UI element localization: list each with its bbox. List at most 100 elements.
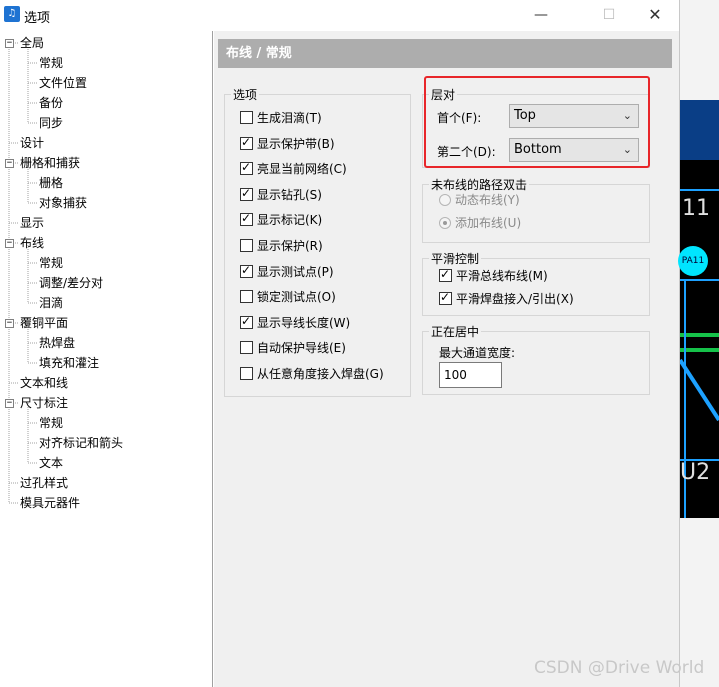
centering-group-title: 正在居中 xyxy=(429,323,482,340)
watermark: CSDN @Drive World xyxy=(534,658,705,678)
tree-item[interactable]: 热焊盘 xyxy=(39,333,75,353)
tree-item[interactable]: 对齐标记和箭头 xyxy=(39,433,123,453)
tree-item[interactable]: 尺寸标注 xyxy=(20,393,68,413)
checkbox-checked-icon[interactable] xyxy=(240,160,253,176)
tree-item[interactable]: 全局 xyxy=(20,33,44,53)
background-app: 11 PA11 U2 xyxy=(678,0,719,687)
background-toolbar xyxy=(680,100,719,160)
checkbox-checked-icon[interactable] xyxy=(240,186,253,201)
tree-item[interactable]: 设计 xyxy=(20,133,44,153)
tree-item[interactable]: 过孔样式 xyxy=(20,473,68,493)
checkbox-unchecked-icon[interactable] xyxy=(240,239,253,252)
checkbox-checked-icon[interactable] xyxy=(240,135,253,150)
minimize-button[interactable]: — xyxy=(518,0,564,30)
tree-collapse-icon[interactable]: − xyxy=(5,159,14,168)
close-button[interactable]: ✕ xyxy=(632,0,678,30)
pcb-canvas: 11 PA11 U2 xyxy=(678,160,719,518)
radio-selected-icon[interactable] xyxy=(439,217,451,229)
smooth-checkbox-label: 平滑焊盘接入/引出(X) xyxy=(456,292,574,306)
checkbox-checked-icon[interactable] xyxy=(240,211,253,227)
tree-item[interactable]: 栅格 xyxy=(39,173,63,193)
highlight-box xyxy=(424,76,650,168)
music-note-icon: ♫ xyxy=(4,6,20,22)
option-checkbox[interactable]: 显示标记(K) xyxy=(240,210,322,230)
smooth-checkbox-label: 平滑总线布线(M) xyxy=(456,269,548,283)
options-group: 选项 生成泪滴(T) 显示保护带(B) 亮显当前网络(C) 显示钻孔(S) 显示标记(K… xyxy=(224,86,411,397)
option-checkbox[interactable]: 亮显当前网络(C) xyxy=(240,159,347,179)
options-tree[interactable]: 全局 − 常规 文件位置 备份 同步 设计 栅格和捕获 − 栅格 对象捕获 显示 布线 − 常规 调整/差分对… xyxy=(0,31,213,687)
max-channel-width-input[interactable]: 100 xyxy=(439,362,502,388)
option-checkbox[interactable]: 自动保护导线(E) xyxy=(240,338,346,358)
checkbox-unchecked-icon[interactable] xyxy=(240,367,253,380)
unrouted-group: 未布线的路径双击 动态布线(Y) 添加布线(U) xyxy=(422,176,650,243)
checkbox-unchecked-icon[interactable] xyxy=(240,111,253,124)
pcb-text-u2: U2 xyxy=(680,460,711,485)
option-checkbox-label: 生成泪滴(T) xyxy=(257,111,322,125)
option-checkbox-label: 显示保护(R) xyxy=(257,239,323,253)
unrouted-radio-label: 动态布线(Y) xyxy=(455,193,520,207)
unrouted-radio-label: 添加布线(U) xyxy=(455,216,522,230)
checkbox-checked-icon[interactable] xyxy=(240,263,253,278)
checkbox-checked-icon[interactable] xyxy=(439,267,452,282)
smooth-group-title: 平滑控制 xyxy=(429,250,482,267)
max-channel-width-label: 最大通道宽度: xyxy=(439,346,516,360)
option-checkbox-label: 自动保护导线(E) xyxy=(257,341,346,356)
option-checkbox-label: 锁定测试点(O) xyxy=(257,290,336,305)
title-bar[interactable]: ♫ 选项 — ☐ ✕ xyxy=(0,0,679,30)
option-checkbox-label: 亮显当前网络(C) xyxy=(257,162,347,177)
tree-item[interactable]: 备份 xyxy=(39,93,63,113)
option-checkbox-label: 显示标记(K) xyxy=(257,213,323,228)
smooth-checkbox[interactable]: 平滑总线布线(M) xyxy=(439,266,548,286)
tree-item[interactable]: 泪滴 xyxy=(39,293,63,313)
checkbox-unchecked-icon[interactable] xyxy=(240,290,253,304)
tree-item[interactable]: 对象捕获 xyxy=(39,193,87,213)
window-title: 选项 xyxy=(24,11,51,26)
tree-item[interactable]: 文本 xyxy=(39,453,63,473)
tree-item[interactable]: 文本和线 xyxy=(20,373,68,393)
tree-item[interactable]: 文件位置 xyxy=(39,73,87,93)
option-checkbox[interactable]: 显示保护(R) xyxy=(240,236,323,256)
option-checkbox[interactable]: 显示钻孔(S) xyxy=(240,185,322,205)
checkbox-checked-icon[interactable] xyxy=(439,290,452,305)
tree-item[interactable]: 显示 xyxy=(20,213,44,233)
option-checkbox-label: 从任意角度接入焊盘(G) xyxy=(257,367,384,381)
max-channel-width-value: 100 xyxy=(444,368,467,382)
tree-item[interactable]: 常规 xyxy=(39,53,63,73)
tree-item[interactable]: 同步 xyxy=(39,113,63,133)
tree-item[interactable]: 布线 xyxy=(20,233,44,253)
checkbox-unchecked-icon[interactable] xyxy=(240,341,253,355)
smooth-group: 平滑控制 平滑总线布线(M) 平滑焊盘接入/引出(X) xyxy=(422,250,650,316)
option-checkbox-label: 显示钻孔(S) xyxy=(257,187,322,202)
tree-item[interactable]: 常规 xyxy=(39,413,63,433)
tree-collapse-icon[interactable]: − xyxy=(5,39,14,48)
pcb-text-11: 11 xyxy=(682,196,710,221)
pcb-pad: PA11 xyxy=(678,246,708,276)
maximize-button[interactable]: ☐ xyxy=(586,0,632,30)
option-checkbox[interactable]: 从任意角度接入焊盘(G) xyxy=(240,364,384,384)
option-checkbox[interactable]: 显示保护带(B) xyxy=(240,134,335,154)
tree-item[interactable]: 调整/差分对 xyxy=(39,273,103,293)
unrouted-radio[interactable]: 动态布线(Y) xyxy=(439,190,520,210)
tree-item[interactable]: 填充和灌注 xyxy=(39,353,99,373)
checkbox-checked-icon[interactable] xyxy=(240,314,253,329)
tree-item[interactable]: 常规 xyxy=(39,253,63,273)
tree-collapse-icon[interactable]: − xyxy=(5,239,14,248)
tree-collapse-icon[interactable]: − xyxy=(5,399,14,408)
panel-header: 布线 / 常规 xyxy=(218,39,672,68)
tree-item[interactable]: 覆铜平面 xyxy=(20,313,68,333)
radio-unselected-icon[interactable] xyxy=(439,194,451,206)
options-dialog: ♫ 选项 — ☐ ✕ 全局 − 常规 文件位置 备份 同步 设计 栅格和捕获 − 栅格 对象捕获 显示… xyxy=(0,0,680,687)
options-group-title: 选项 xyxy=(231,86,260,103)
option-checkbox[interactable]: 显示测试点(P) xyxy=(240,262,334,282)
option-checkbox[interactable]: 生成泪滴(T) xyxy=(240,108,322,128)
option-checkbox[interactable]: 显示导线长度(W) xyxy=(240,313,350,333)
option-checkbox-label: 显示导线长度(W) xyxy=(257,315,351,330)
options-panel: 布线 / 常规 选项 生成泪滴(T) 显示保护带(B) 亮显当前网络(C) 显示钻孔(… xyxy=(214,31,679,687)
tree-item[interactable]: 模具元器件 xyxy=(20,493,80,513)
tree-item[interactable]: 栅格和捕获 xyxy=(20,153,80,173)
option-checkbox[interactable]: 锁定测试点(O) xyxy=(240,287,336,307)
smooth-checkbox[interactable]: 平滑焊盘接入/引出(X) xyxy=(439,289,574,309)
unrouted-radio[interactable]: 添加布线(U) xyxy=(439,213,521,233)
tree-connector-lines xyxy=(8,42,37,504)
tree-collapse-icon[interactable]: − xyxy=(5,319,14,328)
